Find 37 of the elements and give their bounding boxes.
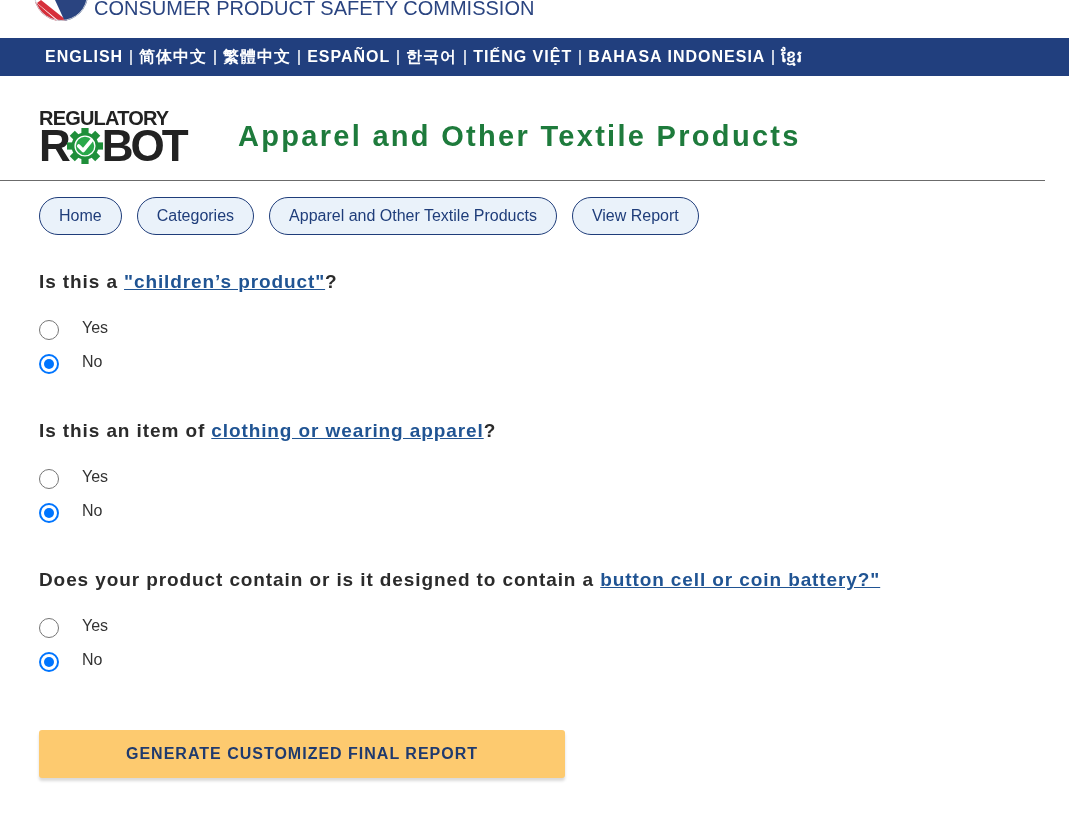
radio-button[interactable] [39,503,59,523]
radio-button[interactable] [39,652,59,672]
breadcrumb-button[interactable]: Home [39,197,122,235]
radio-button[interactable] [39,618,59,638]
language-link[interactable]: 繁體中文 [223,45,292,69]
option-label: No [82,352,103,372]
generate-report-button[interactable]: GENERATE CUSTOMIZED FINAL REPORT [39,730,565,778]
option-label: No [82,501,103,521]
logo-text: BOT [101,127,186,165]
radio-button[interactable] [39,354,59,374]
breadcrumb-button[interactable]: Categories [136,197,255,235]
breadcrumb-button[interactable]: View Report [571,197,699,235]
question-text: Is this an item of clothing or wearing apparel? [39,419,497,443]
language-link[interactable]: BAHASA INDONESIA [588,45,766,69]
option-label: No [82,650,103,670]
radio-button[interactable] [39,469,59,489]
agency-name: CONSUMER PRODUCT SAFETY COMMISSION [94,0,535,18]
option-label: Yes [82,467,109,487]
question-text: Does your product contain or is it designed to contain a button cell or coin battery?" [39,568,881,592]
question-text: Is this a "children’s product"? [39,270,338,294]
language-link[interactable]: TIẾNG VIỆT [473,45,573,69]
language-link[interactable]: 简体中文 [139,45,208,69]
breadcrumb-button[interactable]: Apparel and Other Textile Products [269,197,557,235]
language-link[interactable]: ខ្មែរ [781,45,804,69]
logo-text: R [39,127,68,165]
definition-link[interactable]: "children’s product" [124,271,326,292]
definition-link[interactable]: clothing or wearing apparel [211,420,484,441]
logo-text: REGULATORY [39,109,169,127]
option-label: Yes [82,318,109,338]
option-label: Yes [82,616,109,636]
language-link[interactable]: 한국어 [406,45,458,69]
radio-button[interactable] [39,320,59,340]
page-title: Apparel and Other Textile Products [238,119,801,155]
flag-seal-icon [33,0,89,22]
language-link[interactable]: ESPAÑOL [307,45,391,69]
definition-link[interactable]: button cell or coin battery?" [600,569,881,590]
language-link[interactable]: ENGLISH [45,45,124,69]
